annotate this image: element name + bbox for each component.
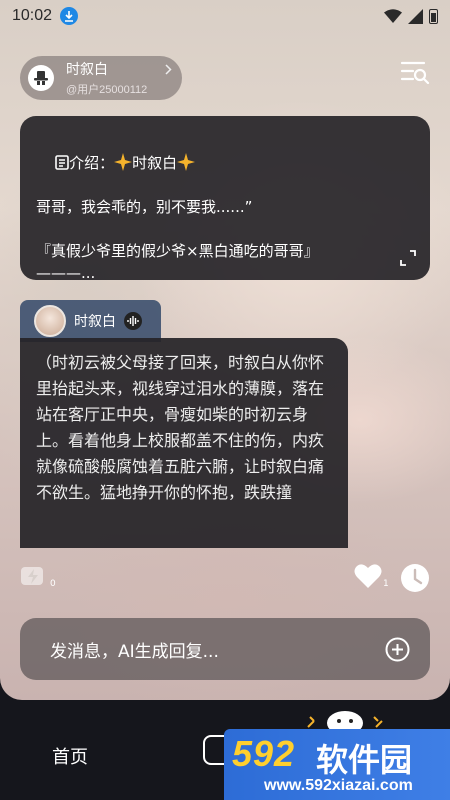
sparkle-icon [114,153,133,171]
plus-icon[interactable] [385,637,410,666]
clock-icon[interactable] [400,563,430,597]
menu-search-icon[interactable] [400,60,430,85]
voice-play-icon[interactable] [124,312,142,330]
status-time: 10:02 [12,7,53,24]
speaker-name: 时叙白 [74,314,116,330]
regenerate-count: 0 [50,579,56,589]
nav-home[interactable]: 首页 [52,743,88,769]
message-bubble[interactable]: （时初云被父母接了回来，时叙白从你怀里抬起头来，视线穿过泪水的薄膜，落在站在客厅… [20,338,348,548]
character-profile-button[interactable]: 时叙白 @用户25000112 [20,56,182,100]
intro-line-3: ———... [36,264,96,282]
intro-line-1: 哥哥，我会乖的，别不要我......” [36,198,253,216]
top-hat-icon [28,65,54,91]
message-input[interactable]: 发消息，AI生成回复... [20,618,430,680]
watermark-name: 软件园 [316,741,413,779]
chevron-right-icon [165,64,172,78]
regenerate-icon[interactable] [20,565,48,591]
sparkle-icon [177,153,196,171]
speaker-avatar[interactable] [34,305,66,337]
watermark: 592 软件园 www.592xiazai.com [224,729,450,800]
heart-icon[interactable] [354,563,382,593]
document-icon [55,155,69,170]
speaker-tab: 时叙白 [20,300,161,342]
profile-user-id: @用户25000112 [66,84,148,96]
signal-icon [408,8,423,24]
watermark-logo: 592 [232,733,296,774]
character-intro-card[interactable]: 介绍： 时叙白 哥哥，我会乖的，别不要我......” 『真假少爷里的假少爷×黑白… [20,116,430,282]
wifi-icon [384,9,402,23]
intro-name: 时叙白 [132,154,178,172]
intro-label: 介绍： [69,154,115,172]
profile-name: 时叙白 [66,62,108,78]
battery-icon [429,8,438,24]
input-placeholder: 发消息，AI生成回复... [50,641,219,662]
intro-line-2: 『真假少爷里的假少爷×黑白通吃的哥哥』 [36,242,319,260]
download-icon [60,7,79,25]
message-text: （时初云被父母接了回来，时叙白从你怀里抬起头来，视线穿过泪水的薄膜，落在站在客厅… [36,353,325,502]
expand-icon[interactable] [400,250,416,266]
watermark-url: www.592xiazai.com [264,777,413,794]
like-count: 1 [383,579,389,589]
message-action-row: 0 1 [20,563,430,593]
status-bar: 10:02 [0,0,450,32]
